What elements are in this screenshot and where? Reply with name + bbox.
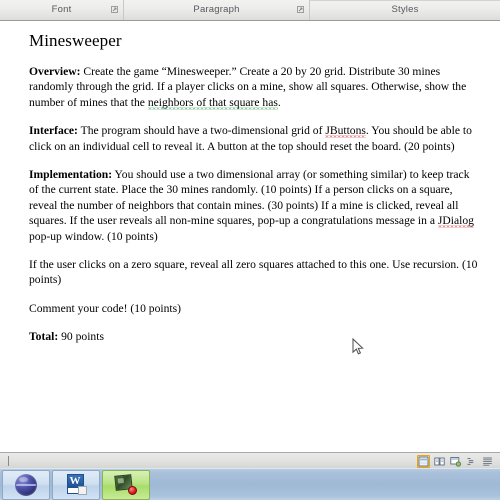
document-page[interactable]: Minesweeper Overview: Create the game “M… (0, 21, 500, 452)
paragraph-interface-run-0: The program should have a two-dimensiona… (77, 124, 326, 138)
paragraph-overview-run-1-grammar[interactable]: neighbors of that square has (147, 95, 278, 110)
web-layout-view-button[interactable] (449, 455, 462, 468)
paragraph-interface-run-1-misspelling[interactable]: JButtons (325, 124, 366, 138)
start-orb-icon (15, 473, 37, 496)
ribbon-bar: Font Paragraph Styles (0, 0, 500, 21)
ribbon-group-paragraph-label: Paragraph (193, 4, 240, 15)
ribbon-group-styles[interactable]: Styles (310, 0, 500, 20)
paragraph-total-value: 90 points (58, 330, 104, 344)
taskbar-item-screen-recorder[interactable] (102, 469, 150, 500)
ribbon-group-paragraph[interactable]: Paragraph (124, 0, 310, 20)
paragraph-total: Total: 90 points (29, 329, 478, 344)
ribbon-group-styles-label: Styles (391, 4, 419, 15)
print-layout-view-button[interactable] (417, 454, 430, 468)
status-bar-divider (8, 456, 9, 466)
taskbar-item-microsoft-word[interactable]: W (52, 469, 100, 500)
paragraph-overview-lead: Overview: (29, 65, 81, 78)
word-document-icon: W (66, 474, 87, 495)
paragraph-dialog-launcher-icon[interactable] (297, 6, 305, 14)
document-body[interactable]: Minesweeper Overview: Create the game “M… (29, 30, 478, 358)
paragraph-recursion-text: If the user clicks on a zero square, rev… (29, 258, 478, 287)
document-title: Minesweeper (29, 31, 122, 50)
ribbon-group-list: Font Paragraph Styles (0, 0, 500, 20)
status-bar (0, 452, 500, 468)
font-dialog-launcher-icon[interactable] (111, 6, 119, 14)
ribbon-group-font-label: Font (51, 4, 72, 15)
paragraph-comment-text: Comment your code! (10 points) (29, 301, 181, 315)
draft-view-button[interactable] (481, 455, 494, 468)
paragraph-interface-lead: Interface: (29, 124, 78, 138)
paragraph-overview-run-2: . (277, 95, 281, 109)
paragraph-implementation-run-1-misspelling[interactable]: JDialog (437, 214, 474, 228)
paragraph-recursion: If the user clicks on a zero square, rev… (29, 257, 478, 288)
outline-view-button[interactable] (465, 455, 478, 468)
screen-recorder-icon (114, 473, 137, 495)
paragraph-implementation-run-2: pop-up window. (10 points) (29, 229, 158, 243)
paragraph-implementation: Implementation: You should use a two dim… (29, 167, 478, 244)
full-screen-reading-view-button[interactable] (433, 455, 446, 468)
view-mode-button-group (417, 454, 494, 468)
paragraph-interface: Interface: The program should have a two… (29, 123, 478, 154)
paragraph-comment: Comment your code! (10 points) (29, 301, 478, 316)
windows-taskbar: W (0, 468, 500, 500)
start-button[interactable] (2, 469, 50, 500)
word-application-window: Font Paragraph Styles Minesweeper Overvi… (0, 0, 500, 500)
paragraph-overview: Overview: Create the game “Minesweeper.”… (29, 64, 478, 110)
ribbon-group-font[interactable]: Font (0, 0, 124, 20)
paragraph-implementation-lead: Implementation: (29, 168, 113, 182)
paragraph-total-lead: Total: (29, 330, 59, 344)
